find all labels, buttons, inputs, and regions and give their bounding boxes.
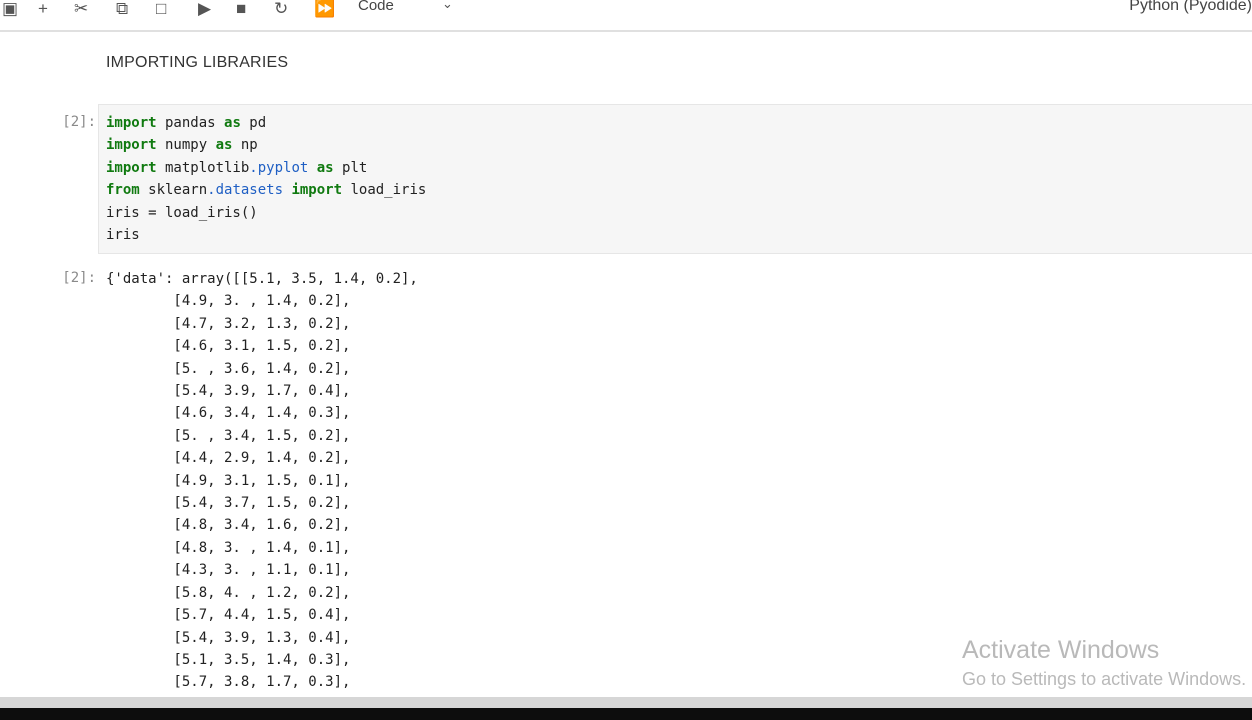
- code-token: numpy: [156, 137, 216, 154]
- code-token: .pyplot: [249, 159, 309, 176]
- watermark-subtitle: Go to Settings to activate Windows.: [962, 669, 1247, 689]
- stop-icon[interactable]: ■: [236, 0, 246, 20]
- paste-icon[interactable]: □: [156, 0, 166, 20]
- activate-windows-watermark: Activate Windows Go to Settings to activ…: [962, 634, 1246, 692]
- restart-icon[interactable]: ↻: [274, 0, 288, 20]
- code-cell-source[interactable]: import pandas as pd import numpy as np imp…: [106, 112, 426, 246]
- code-line: from sklearn.datasets import load_iris: [106, 179, 426, 201]
- output-line: [5.1, 3.5, 1.4, 0.3],: [106, 651, 351, 668]
- code-token: import: [106, 115, 157, 131]
- output-line: [4.7, 3.2, 1.3, 0.2],: [106, 315, 351, 332]
- output-line: [5.4, 3.7, 1.5, 0.2],: [106, 495, 351, 512]
- add-icon[interactable]: +: [38, 0, 48, 20]
- output-line: [5. , 3.6, 1.4, 0.2],: [106, 360, 351, 377]
- code-token: iris: [106, 227, 140, 244]
- code-token: as: [224, 115, 241, 131]
- output-line: [4.8, 3.4, 1.6, 0.2],: [106, 517, 351, 534]
- code-token: np: [232, 137, 258, 154]
- code-token: sklearn: [139, 182, 208, 199]
- output-line: [4.6, 3.4, 1.4, 0.3],: [106, 405, 351, 422]
- code-token: import: [106, 137, 157, 154]
- code-token: pandas: [156, 115, 225, 131]
- output-line: [4.8, 3. , 1.4, 0.1],: [106, 539, 351, 556]
- cut-icon[interactable]: ✂: [74, 0, 88, 20]
- output-line: [4.9, 3. , 1.4, 0.2],: [106, 293, 351, 310]
- output-line: [5. , 3.4, 1.5, 0.2],: [106, 427, 351, 444]
- output-line: [5.7, 4.4, 1.5, 0.4],: [106, 607, 351, 624]
- output-line: [4.6, 3.1, 1.5, 0.2],: [106, 338, 351, 355]
- output-line: [5.4, 3.9, 1.3, 0.4],: [106, 629, 351, 646]
- output-line: [4.9, 3.1, 1.5, 0.1],: [106, 472, 351, 489]
- output-line: [5.4, 3.9, 1.7, 0.4],: [106, 383, 351, 400]
- markdown-cell[interactable]: IMPORTING LIBRARIES: [106, 54, 288, 72]
- code-token: pd: [240, 115, 267, 131]
- notebook-toolbar: ▣ + ✂ ⧉ □ ▶ ■ ↻ ⏩ Code ⌄ Python (Pyodide…: [0, 0, 1252, 32]
- code-line: iris: [106, 224, 426, 246]
- fast-forward-icon[interactable]: ⏩: [314, 0, 335, 20]
- code-token: plt: [333, 159, 368, 176]
- output-line: {'data': array([[5.1, 3.5, 1.4, 0.2],: [106, 271, 418, 287]
- code-token: import: [106, 159, 157, 176]
- cell-type-select[interactable]: Code: [358, 0, 394, 14]
- code-token: matplotlib: [156, 159, 250, 176]
- horizontal-scrollbar[interactable]: [0, 697, 1252, 708]
- watermark-title: Activate Windows: [962, 636, 1160, 664]
- run-icon[interactable]: ▶: [198, 0, 211, 20]
- code-token: import: [291, 182, 343, 199]
- code-token: load_iris: [342, 182, 427, 199]
- code-token: iris = load_iris(): [106, 204, 258, 221]
- code-token: .datasets: [207, 182, 284, 199]
- output-prompt: [2]:: [62, 270, 96, 286]
- output-line: [5.7, 3.8, 1.7, 0.3],: [106, 674, 351, 691]
- output-line: [4.4, 2.9, 1.4, 0.2],: [106, 450, 351, 467]
- code-token: from: [106, 182, 140, 199]
- kernel-name[interactable]: Python (Pyodide): [1129, 0, 1252, 15]
- window-bottom-edge: [0, 708, 1252, 720]
- code-line: iris = load_iris(): [106, 202, 426, 224]
- code-token: as: [215, 137, 233, 154]
- output-line: [4.3, 3. , 1.1, 0.1],: [106, 562, 351, 579]
- code-line: import matplotlib.pyplot as plt: [106, 157, 426, 179]
- code-line: import numpy as np: [106, 134, 426, 156]
- cell-output: {'data': array([[5.1, 3.5, 1.4, 0.2], [4…: [106, 268, 418, 694]
- output-line: [5.8, 4. , 1.2, 0.2],: [106, 584, 351, 601]
- code-line: import pandas as pd: [106, 112, 426, 134]
- chevron-down-icon[interactable]: ⌄: [442, 0, 453, 12]
- code-token: as: [316, 159, 334, 176]
- copy-icon[interactable]: ⧉: [116, 0, 128, 20]
- save-icon[interactable]: ▣: [2, 0, 18, 20]
- input-prompt: [2]:: [62, 114, 96, 130]
